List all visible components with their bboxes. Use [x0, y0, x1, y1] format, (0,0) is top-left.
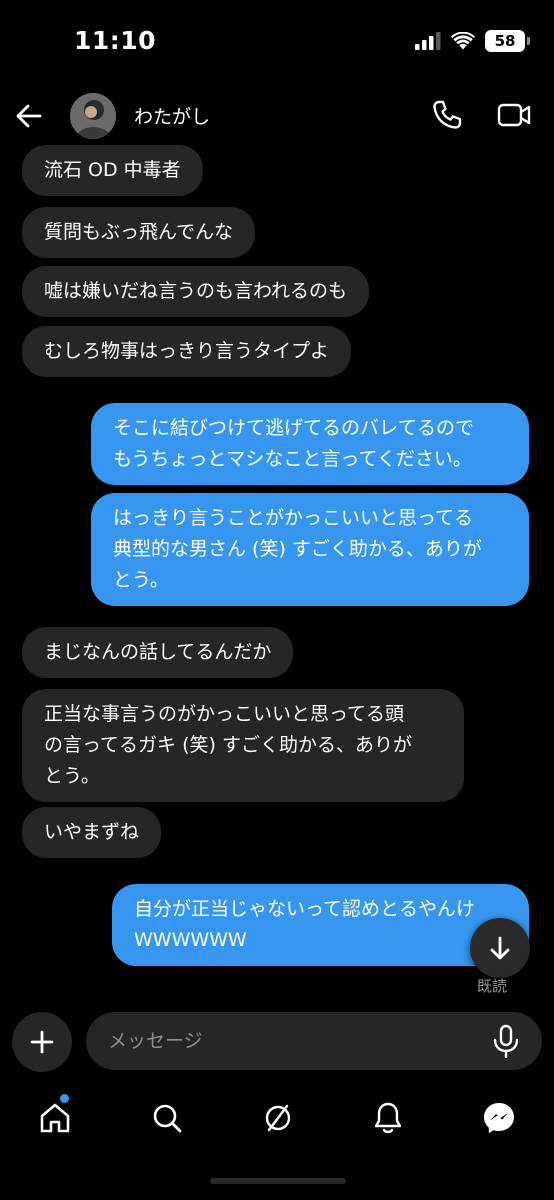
message-thread: 流石 OD 中毒者 質問もぶっ飛んでんな 嘘は嫌いだね言うのも言われるのも むし… [0, 0, 554, 1000]
incoming-message[interactable]: 質問もぶっ飛んでんな [22, 207, 256, 258]
message-text: 流石 OD 中毒者 [44, 159, 181, 181]
messenger-icon [484, 1103, 514, 1133]
message-composer [0, 1012, 554, 1072]
arrow-down-icon [490, 936, 510, 960]
message-text: の言ってるガキ (笑) すごく助かる、ありが [44, 734, 412, 756]
search-icon [153, 1104, 182, 1133]
incoming-message[interactable]: まじなんの話してるんだか [22, 627, 294, 678]
outgoing-message[interactable]: そこに結びつけて逃げてるのバレてるので もうちょっとマシなこと言ってください。 [91, 403, 529, 485]
nav-search[interactable] [147, 1098, 187, 1138]
incoming-message[interactable]: 流石 OD 中毒者 [22, 145, 203, 196]
microphone-icon [493, 1024, 519, 1059]
message-text: WWWWWW [134, 929, 247, 951]
message-text: とう。 [113, 569, 169, 591]
message-text: まじなんの話してるんだか [44, 641, 272, 663]
incoming-message[interactable]: 正当な事言うのがかっこいいと思ってる頭 の言ってるガキ (笑) すごく助かる、あ… [22, 689, 464, 802]
message-text: はっきり言うことがかっこいいと思ってる [113, 507, 474, 529]
nav-messages[interactable] [479, 1098, 519, 1138]
outgoing-message[interactable]: 自分が正当じゃないって認めとるやんけ WWWWWW [112, 884, 529, 966]
bottom-navigation [0, 1090, 554, 1150]
message-text: いやまずね [44, 821, 140, 843]
message-text: 自分が正当じゃないって認めとるやんけ [134, 898, 476, 920]
home-icon [40, 1103, 70, 1133]
message-text: もうちょっとマシなこと言ってください。 [113, 448, 472, 470]
message-text: とう。 [44, 765, 100, 787]
incoming-message[interactable]: いやまずね [22, 807, 162, 858]
outgoing-message[interactable]: はっきり言うことがかっこいいと思ってる 典型的な男さん (笑) すごく助かる、あ… [91, 493, 529, 606]
message-text: そこに結びつけて逃げてるのバレてるので [113, 417, 475, 439]
incoming-message[interactable]: むしろ物事はっきり言うタイプよ [22, 326, 352, 377]
add-attachment-button[interactable] [12, 1012, 72, 1072]
incoming-message[interactable]: 嘘は嫌いだね言うのも言われるのも [22, 266, 370, 317]
message-text: 質問もぶっ飛んでんな [44, 221, 234, 243]
read-receipt: 既読 [477, 977, 508, 995]
plus-icon [30, 1030, 54, 1054]
notification-dot [60, 1094, 69, 1103]
message-input[interactable] [86, 1012, 542, 1070]
message-text: 正当な事言うのがかっこいいと思ってる頭 [44, 703, 405, 725]
voice-message-button[interactable] [490, 1024, 522, 1059]
scroll-to-bottom-button[interactable] [470, 918, 530, 978]
message-text: むしろ物事はっきり言うタイプよ [44, 340, 330, 362]
bell-icon [374, 1102, 402, 1134]
nav-explore[interactable] [258, 1098, 298, 1138]
message-text: 典型的な男さん (笑) すごく助かる、ありが [113, 538, 482, 560]
nav-home[interactable] [35, 1098, 75, 1138]
explore-icon [265, 1104, 291, 1132]
message-text: 嘘は嫌いだね言うのも言われるのも [44, 280, 348, 302]
nav-notifications[interactable] [368, 1098, 408, 1138]
home-indicator [210, 1178, 346, 1184]
